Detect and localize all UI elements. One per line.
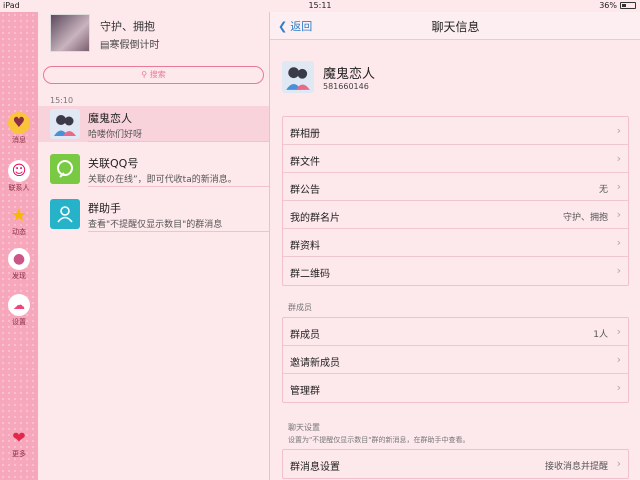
chevron-right-icon: › xyxy=(616,152,621,165)
settings-row[interactable]: 我的群名片 守护、拥抱 › xyxy=(283,201,628,229)
rail-tab-label: 联系人 xyxy=(8,184,30,192)
settings-row[interactable]: 群公告 无 › xyxy=(283,173,628,201)
row-value: 无 xyxy=(598,185,608,195)
rail-tab-feeds[interactable]: ★ 动态 xyxy=(0,204,38,237)
nav-bar: ❮ 返回 聊天信息 xyxy=(270,12,640,40)
rail-tab-label: 消息 xyxy=(12,136,26,144)
tab-rail: ♥ 消息 ☺ 联系人 ★ 动态 ● 发现 ☁ 设置 ❤ 更多 xyxy=(0,12,38,480)
rail-tab-messages[interactable]: ♥ 消息 xyxy=(0,112,38,145)
rail-tab-more[interactable]: ❤ 更多 xyxy=(0,426,38,459)
conversation-title: 魔鬼恋人 xyxy=(88,112,132,125)
chevron-right-icon: › xyxy=(616,381,621,394)
section-label: 聊天设置 xyxy=(288,423,320,432)
rail-tab-discover[interactable]: ● 发现 xyxy=(0,248,38,281)
row-label: 管理群 xyxy=(290,386,320,397)
conversation-item[interactable]: 魔鬼恋人 哈喽你们好呀 xyxy=(38,106,269,142)
conversation-preview: 查看"不提醒仅显示数目"的群消息 xyxy=(88,220,223,230)
row-label: 群文件 xyxy=(290,157,320,168)
battery-icon xyxy=(620,2,636,9)
chevron-right-icon: › xyxy=(616,353,621,366)
row-value: 接收消息并提醒 xyxy=(544,462,608,472)
conversation-preview: 哈喽你们好呀 xyxy=(88,130,143,140)
row-label: 我的群名片 xyxy=(290,213,340,224)
group-settings-card: 群相册 › 群文件 › 群公告 无 › 我的群名片 守护、拥抱 › 群资料 › 群二维码 › xyxy=(282,116,629,286)
couple-avatar-icon xyxy=(50,109,80,139)
conversation-item[interactable]: 关联QQ号 关联の在线”，即可代收ta的新消息。 xyxy=(38,151,269,187)
rail-tab-label: 动态 xyxy=(12,228,26,236)
rail-tab-label: 更多 xyxy=(12,450,26,458)
status-bar: iPad 15:11 36% xyxy=(0,0,640,12)
group-assistant-icon xyxy=(50,199,80,229)
linked-qq-icon xyxy=(50,154,80,184)
group-name: 魔鬼恋人 xyxy=(323,67,376,82)
row-value: 1人 xyxy=(593,330,608,340)
conversation-title: 群助手 xyxy=(88,202,121,215)
rail-tab-label: 发现 xyxy=(12,272,26,280)
row-label: 群二维码 xyxy=(290,269,330,280)
chevron-right-icon: › xyxy=(616,180,621,193)
chevron-right-icon: › xyxy=(616,236,621,249)
conversation-title: 关联QQ号 xyxy=(88,157,139,170)
rail-tab-label: 设置 xyxy=(12,318,26,326)
clock: 15:11 xyxy=(308,1,332,10)
row-label: 群消息设置 xyxy=(290,462,340,473)
settings-row[interactable]: 群二维码 › xyxy=(283,257,628,285)
section-note: 设置为"不提醒仅显示数目"群的新消息，在群助手中查看。 xyxy=(288,436,470,444)
row-label: 群公告 xyxy=(290,185,320,196)
group-subtitle: ▤寒假倒计时 xyxy=(100,40,160,51)
settings-row[interactable]: 群相册 › xyxy=(283,117,628,145)
time-label: 15:10 xyxy=(50,96,74,105)
current-group-header[interactable]: 守护、拥抱 ▤寒假倒计时 xyxy=(38,12,269,60)
conversation-item[interactable]: 群助手 查看"不提醒仅显示数目"的群消息 xyxy=(38,196,269,232)
page-title: 聊天信息 xyxy=(431,20,480,34)
settings-row[interactable]: 群资料 › xyxy=(283,229,628,257)
duck-icon: ♥ xyxy=(8,112,30,134)
members-card: 群成员 1人 › 邀请新成员 › 管理群 › xyxy=(282,317,629,403)
settings-row[interactable]: 管理群 › xyxy=(283,374,628,402)
search-input[interactable]: ⚲ 搜索 xyxy=(43,66,264,84)
settings-row[interactable]: 群成员 1人 › xyxy=(283,318,628,346)
star-icon: ★ xyxy=(10,204,28,226)
group-thumbnail xyxy=(50,14,90,52)
row-label: 群成员 xyxy=(290,330,320,341)
conversation-preview: 关联の在线”，即可代收ta的新消息。 xyxy=(88,175,237,185)
group-name: 守护、拥抱 xyxy=(100,20,155,33)
row-label: 邀请新成员 xyxy=(290,358,340,369)
egg-icon: ● xyxy=(8,248,30,270)
chevron-right-icon: › xyxy=(616,325,621,338)
battery-percent: 36% xyxy=(599,1,617,10)
section-label: 群成员 xyxy=(288,303,312,312)
settings-row[interactable]: 群文件 › xyxy=(283,145,628,173)
conversation-list: 守护、拥抱 ▤寒假倒计时 ⚲ 搜索 15:10 魔鬼恋人 哈喽你们好呀 关联QQ… xyxy=(38,12,269,480)
chevron-right-icon: › xyxy=(616,457,621,470)
chat-info-pane: ❮ 返回 聊天信息 魔鬼恋人 581660146 群相册 › 群文件 › 群公告无 › 我的群… xyxy=(269,12,640,480)
chat-settings-card: 群消息设置 接收消息并提醒 › xyxy=(282,449,629,479)
chevron-right-icon: › xyxy=(616,124,621,137)
row-label: 群资料 xyxy=(290,241,320,252)
row-value: 守护、拥抱 xyxy=(562,213,608,223)
row-label: 群相册 xyxy=(290,129,320,140)
heart-icon: ❤ xyxy=(12,427,26,447)
chevron-right-icon: › xyxy=(616,208,621,221)
chevron-right-icon: › xyxy=(616,264,621,277)
battery-indicator: 36% xyxy=(599,1,636,10)
cloud-icon: ☁ xyxy=(8,294,30,316)
settings-row[interactable]: 群消息设置 接收消息并提醒 › xyxy=(283,450,628,478)
couple-avatar-icon xyxy=(282,61,314,93)
settings-row[interactable]: 邀请新成员 › xyxy=(283,346,628,374)
group-id: 581660146 xyxy=(323,82,369,91)
rail-tab-settings[interactable]: ☁ 设置 xyxy=(0,294,38,327)
rail-tab-contacts[interactable]: ☺ 联系人 xyxy=(0,160,38,193)
